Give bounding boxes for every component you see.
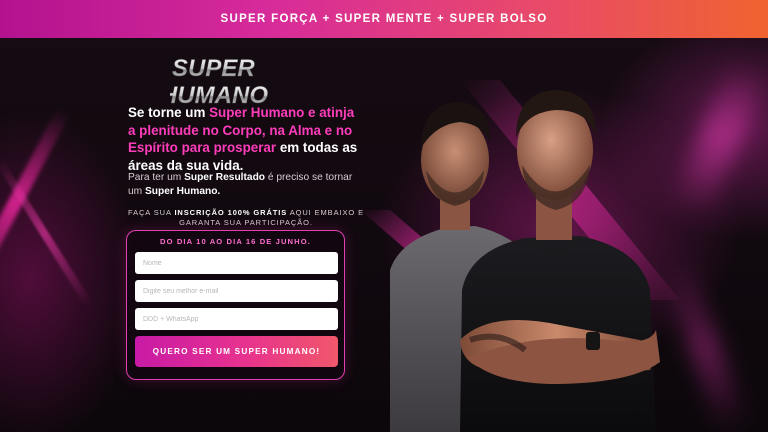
- hosts-photo: [360, 80, 680, 432]
- event-date-range: DO DIA 10 AO DIA 16 DE JUNHO.: [160, 237, 311, 246]
- decor-streak: [0, 158, 93, 308]
- signup-note: FAÇA SUA INSCRIÇÃO 100% GRÁTIS AQUI EMBA…: [128, 208, 364, 227]
- top-banner: SUPER FORÇA + SUPER MENTE + SUPER BOLSO: [0, 0, 768, 38]
- hero-headline: Se torne um Super Humano e atinja a plen…: [128, 105, 358, 173]
- whatsapp-input[interactable]: [135, 308, 338, 330]
- banner-text: SUPER FORÇA + SUPER MENTE + SUPER BOLSO: [220, 13, 548, 25]
- email-input[interactable]: [135, 280, 338, 302]
- name-input[interactable]: [135, 252, 338, 274]
- svg-text:SUPER: SUPER: [172, 55, 255, 82]
- decor-streak: [0, 107, 71, 299]
- hero-subtext: Para ter um Super Resultado é preciso se…: [128, 172, 353, 197]
- signup-form: DO DIA 10 AO DIA 16 DE JUNHO. QUERO SER …: [126, 230, 345, 380]
- submit-button[interactable]: QUERO SER UM SUPER HUMANO!: [135, 336, 338, 367]
